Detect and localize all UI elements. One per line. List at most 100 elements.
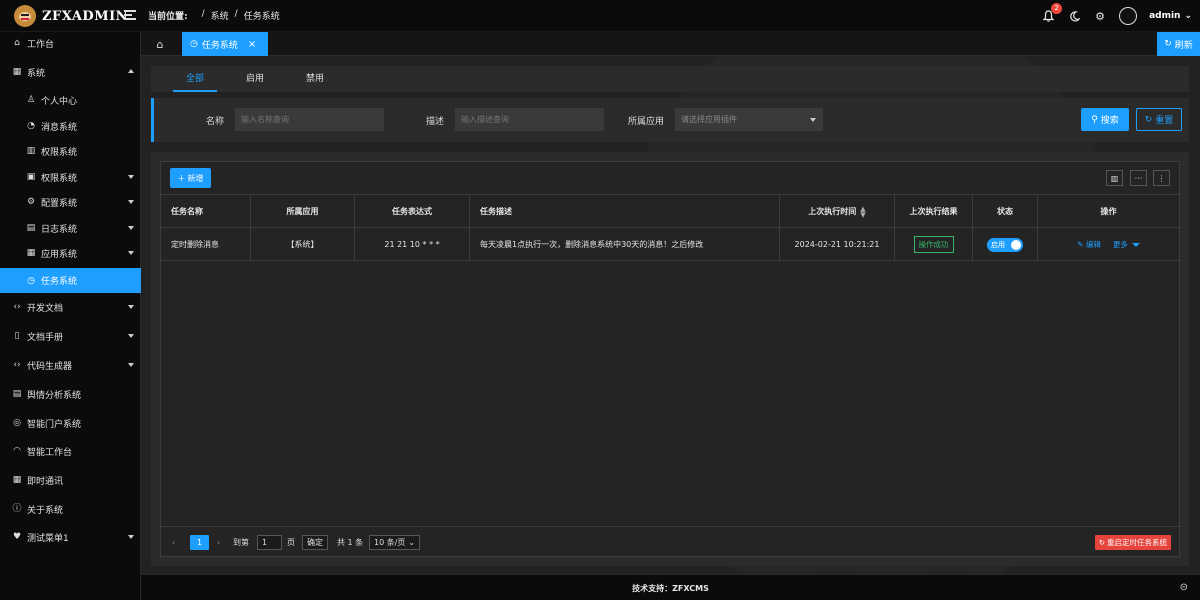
sidebar-item-system[interactable]: ▦ 系统: [0, 61, 141, 83]
heart-icon: ♥: [12, 532, 22, 542]
goto-confirm-button[interactable]: 确定: [302, 535, 328, 550]
goto-page-input[interactable]: 1: [257, 535, 282, 550]
table-row: 定时删除消息 【系统】 21 21 10 * * * 每天凌晨1点执行一次，删除…: [161, 228, 1179, 261]
user-menu[interactable]: admin ⌄: [1149, 11, 1192, 21]
sidebar-item-workbench[interactable]: ⌂ 工作台: [0, 32, 141, 54]
result-success-badge: 操作成功: [913, 236, 954, 253]
reset-button[interactable]: ↻ 重置: [1136, 108, 1182, 131]
tab-enabled[interactable]: 启用: [225, 66, 285, 92]
sidebar-item-im[interactable]: ▦ 即时通讯: [0, 469, 141, 491]
sidebar-item-sentiment[interactable]: ▤ 舆情分析系统: [0, 383, 141, 405]
breadcrumb-separator: /: [234, 9, 238, 19]
sidebar-item-config[interactable]: ⚙ 配置系统: [0, 191, 141, 213]
breadcrumb-item[interactable]: 系统: [211, 9, 229, 22]
desc-search-input[interactable]: [455, 108, 604, 131]
info-icon: ⓘ: [12, 504, 22, 514]
logo[interactable]: ZFXADMIN: [14, 4, 128, 28]
doc-icon: ▯: [14, 331, 20, 341]
sidebar-item-dev-docs[interactable]: ‹› 开发文档: [0, 296, 141, 318]
chat-icon: ▦: [12, 475, 22, 485]
chevron-up-icon: [128, 69, 134, 73]
app-select[interactable]: 请选择应用插件: [675, 108, 823, 131]
columns-filter-icon[interactable]: ▥: [1106, 170, 1123, 186]
more-dropdown[interactable]: 更多: [1113, 239, 1140, 250]
refresh-label: 刷新: [1174, 40, 1193, 51]
breadcrumb: 当前位置: / 系统 / 任务系统: [148, 9, 280, 22]
app-label: 所属应用: [628, 117, 665, 127]
close-icon[interactable]: ×: [248, 39, 256, 50]
gear-icon: ⚙: [26, 197, 36, 207]
sidebar-item-label: 智能门户系统: [27, 419, 82, 430]
col-app: 所属应用: [251, 195, 355, 228]
next-page-button[interactable]: ›: [217, 535, 220, 550]
name-search-input[interactable]: [235, 108, 384, 131]
sidebar-item-smart-workbench[interactable]: ◠ 智能工作台: [0, 440, 141, 462]
chevron-down-icon: [810, 118, 816, 122]
name-label: 名称: [206, 117, 225, 127]
sidebar-item-profile[interactable]: ♙ 个人中心: [0, 89, 141, 111]
page-size-select[interactable]: 10 条/页 ⌄: [369, 535, 421, 550]
status-toggle[interactable]: 启用: [987, 237, 1023, 252]
cell-description: 每天凌晨1点执行一次，删除消息系统中30天的消息！之后修改: [470, 228, 780, 261]
search-icon: ⚲: [1091, 114, 1098, 125]
more-dots-icon[interactable]: ···: [1130, 170, 1147, 186]
col-status: 状态: [973, 195, 1038, 228]
status-filter-tabs: 全部 启用 禁用: [151, 66, 1189, 92]
menu-toggle-icon[interactable]: [124, 9, 136, 21]
chevron-down-icon: [128, 175, 134, 179]
sidebar-item-label: 智能工作台: [27, 447, 73, 458]
tab-task-system[interactable]: ◷ 任务系统 ×: [182, 32, 268, 56]
sort-icon[interactable]: ▲ ▼: [860, 205, 865, 218]
page-size-label: 10 条/页: [374, 538, 406, 547]
sidebar-item-logs[interactable]: ▤ 日志系统: [0, 217, 141, 239]
add-button[interactable]: ＋ 新增: [170, 168, 211, 188]
sidebar-item-permissions[interactable]: ▣ 权限系统: [0, 166, 141, 188]
sidebar-item-label: 个人中心: [41, 96, 78, 107]
avatar[interactable]: [1119, 7, 1138, 25]
vertical-dots-icon[interactable]: ⋮: [1153, 170, 1170, 186]
sidebar-item-manual[interactable]: ▯ 文档手册: [0, 325, 141, 347]
sidebar-item-test-menu[interactable]: ♥ 测试菜单1: [0, 526, 141, 548]
link-icon[interactable]: ⊝: [1180, 582, 1188, 593]
home-icon: ⌂: [14, 38, 20, 48]
refresh-button[interactable]: ↻ 刷新: [1157, 32, 1200, 56]
goto-label: 到第: [233, 538, 249, 547]
col-last-time[interactable]: 上次执行时间 ▲ ▼: [780, 195, 895, 228]
search-button[interactable]: ⚲ 搜索: [1081, 108, 1129, 131]
col-actions: 操作: [1100, 207, 1117, 216]
code-gen-icon: ‹›: [13, 360, 21, 370]
page-unit-label: 页: [287, 538, 295, 547]
sidebar-item-tasks[interactable]: ◷ 任务系统: [0, 268, 141, 293]
theme-moon-icon[interactable]: [1067, 9, 1081, 23]
notification-bell-icon[interactable]: 2: [1041, 3, 1063, 23]
sidebar-item-label: 配置系统: [41, 198, 78, 209]
tab-disabled[interactable]: 禁用: [285, 66, 345, 92]
sidebar-item-codegen[interactable]: ‹› 代码生成器: [0, 354, 141, 376]
sidebar-item-auth[interactable]: ▥ 权限系统: [0, 140, 141, 162]
page-1-button[interactable]: 1: [190, 535, 209, 550]
sidebar-item-label: 消息系统: [41, 122, 78, 133]
total-count: 共 1 条: [337, 538, 364, 547]
sidebar-item-apps[interactable]: ▦ 应用系统: [0, 242, 141, 264]
tab-all[interactable]: 全部: [165, 66, 225, 92]
settings-gear-icon[interactable]: ⚙: [1093, 9, 1107, 23]
prev-page-button[interactable]: ‹: [172, 535, 175, 550]
desc-label: 描述: [426, 117, 445, 127]
cell-app: 【系统】: [251, 228, 355, 261]
sidebar-item-label: 舆情分析系统: [27, 390, 82, 401]
restart-scheduler-button[interactable]: ↻ 重启定时任务系统: [1094, 535, 1171, 550]
add-button-label: 新增: [187, 173, 204, 183]
sidebar-item-portal[interactable]: ◎ 智能门户系统: [0, 412, 141, 434]
chevron-down-icon: ⌄: [1184, 11, 1192, 21]
sidebar-item-messages[interactable]: ◔ 消息系统: [0, 115, 141, 137]
logo-mascot-icon: [14, 5, 36, 27]
sidebar-item-about[interactable]: ⓘ 关于系统: [0, 498, 141, 520]
reset-icon: ↻: [1144, 114, 1153, 125]
search-panel: 名称 描述 所属应用 请选择应用插件 ⚲ 搜索 ↻ 重置: [151, 98, 1189, 142]
chevron-down-icon: [128, 535, 134, 539]
sidebar-item-label: 即时通讯: [27, 476, 64, 487]
cell-last-time: 2024-02-21 10:21:21: [780, 228, 895, 261]
home-tab-icon[interactable]: ⌂: [141, 32, 179, 56]
edit-link[interactable]: ✎ 编辑: [1077, 239, 1101, 250]
breadcrumb-item[interactable]: 任务系统: [244, 9, 280, 22]
